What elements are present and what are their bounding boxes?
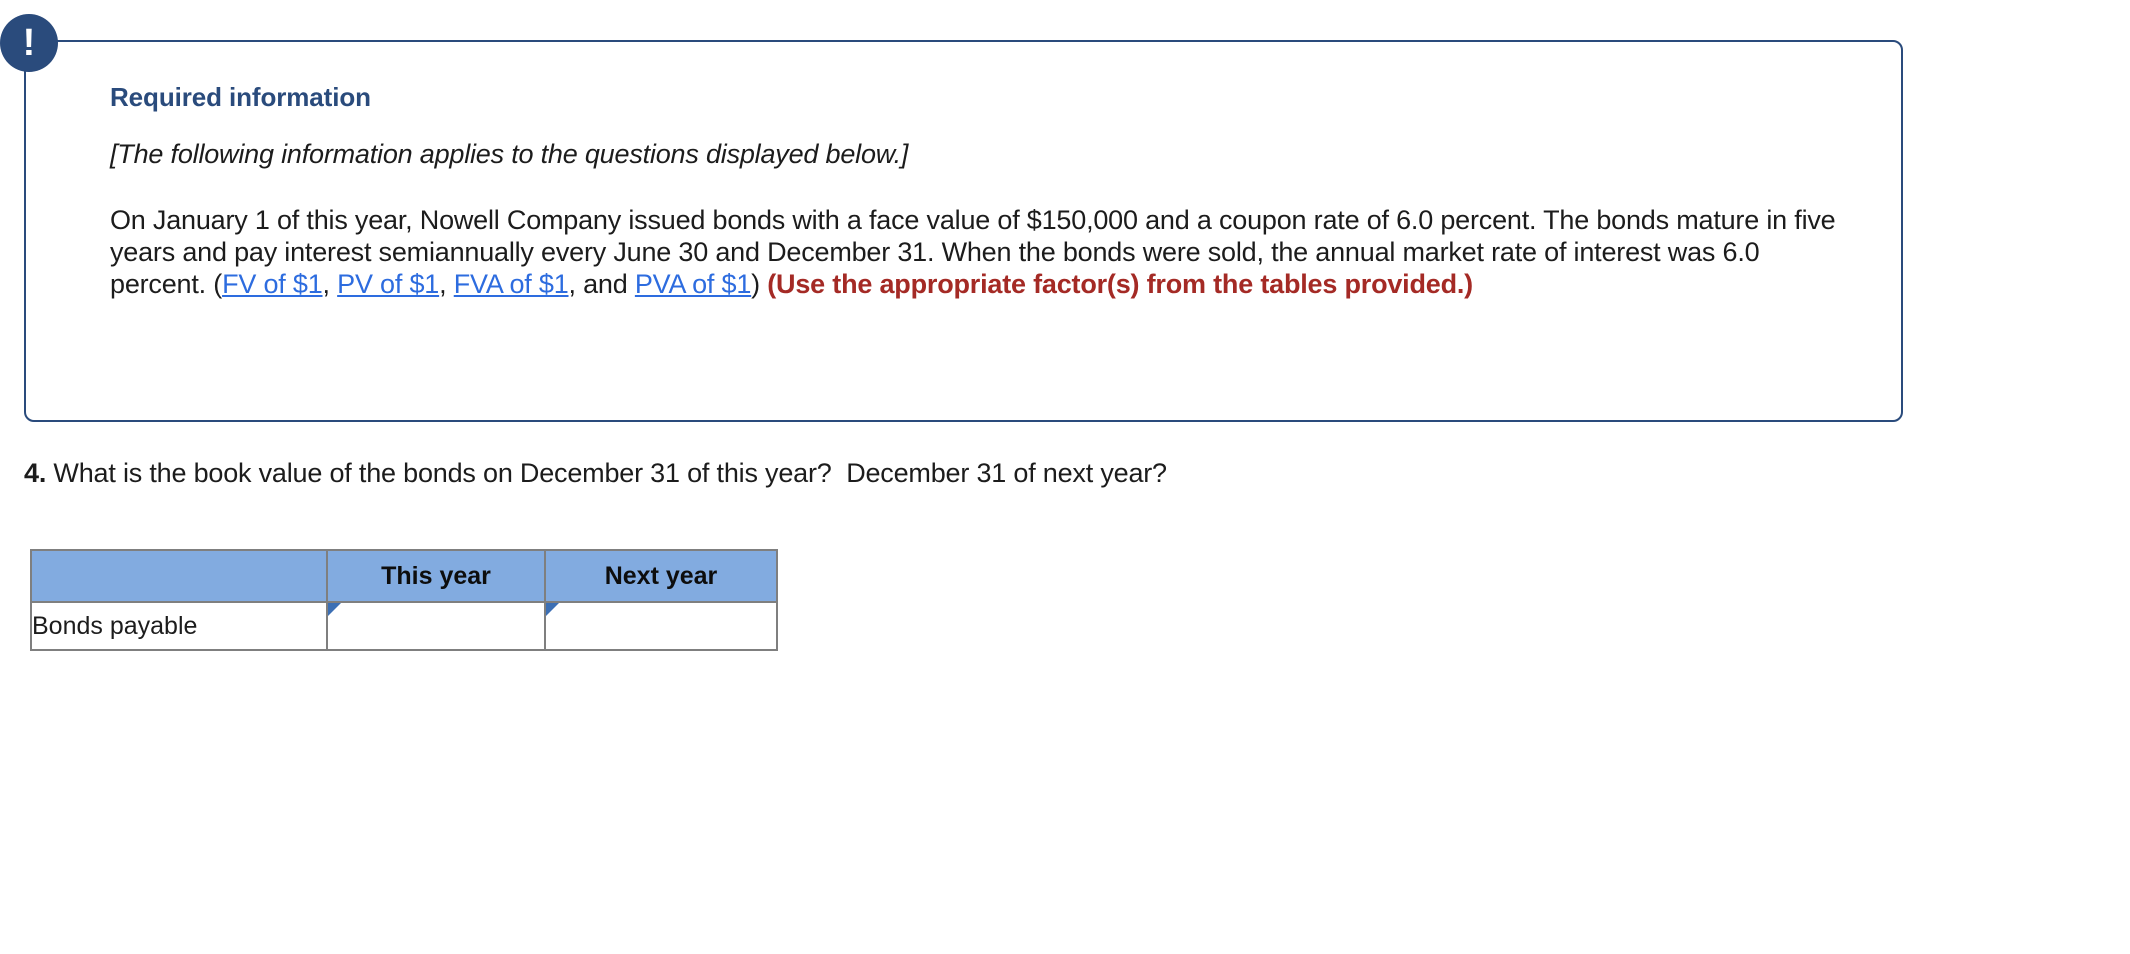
input-bonds-payable-next-year[interactable] [546,603,776,649]
use-factors-emphasis: (Use the appropriate factor(s) from the … [767,269,1473,300]
answer-table: This year Next year Bonds payable [30,549,778,651]
required-information-box: Required information [The following info… [24,40,1903,422]
input-bonds-payable-this-year[interactable] [328,603,544,649]
header-next-year: Next year [544,549,778,603]
cell-bonds-payable-next-year[interactable] [544,601,778,651]
exclamation-icon: ! [0,14,58,72]
header-blank [30,549,328,603]
question-number: 4. [24,458,47,488]
link-pva-of-1[interactable]: PVA of $1 [635,269,751,299]
row-label-bonds-payable: Bonds payable [30,601,328,651]
table-header-row: This year Next year [30,549,778,603]
scenario-paragraph: On January 1 of this year, Nowell Compan… [110,204,1855,300]
scenario-sep1: , [322,269,338,300]
scenario-close-paren: ) [751,269,768,300]
link-pv-of-1[interactable]: PV of $1 [337,269,439,299]
question-text: What is the book value of the bonds on D… [46,458,1167,488]
cell-corner-flag-icon [328,603,341,616]
required-information-panel: ! Required information [The following in… [0,14,1903,422]
panel-title: Required information [110,82,371,112]
link-fva-of-1[interactable]: FVA of $1 [454,269,569,299]
scenario-sep3: , and [568,269,635,300]
link-fv-of-1[interactable]: FV of $1 [222,269,323,299]
header-this-year: This year [326,549,546,603]
answer-table-head: This year Next year [30,549,778,603]
answer-table-container: This year Next year Bonds payable [30,549,778,651]
answer-table-body: Bonds payable [30,601,778,651]
scenario-sep2: , [439,269,454,300]
panel-subtitle: [The following information applies to th… [110,139,909,169]
cell-corner-flag-icon [546,603,559,616]
cell-bonds-payable-this-year[interactable] [326,601,546,651]
question-line: 4. What is the book value of the bonds o… [24,458,1167,489]
table-row: Bonds payable [30,601,778,651]
